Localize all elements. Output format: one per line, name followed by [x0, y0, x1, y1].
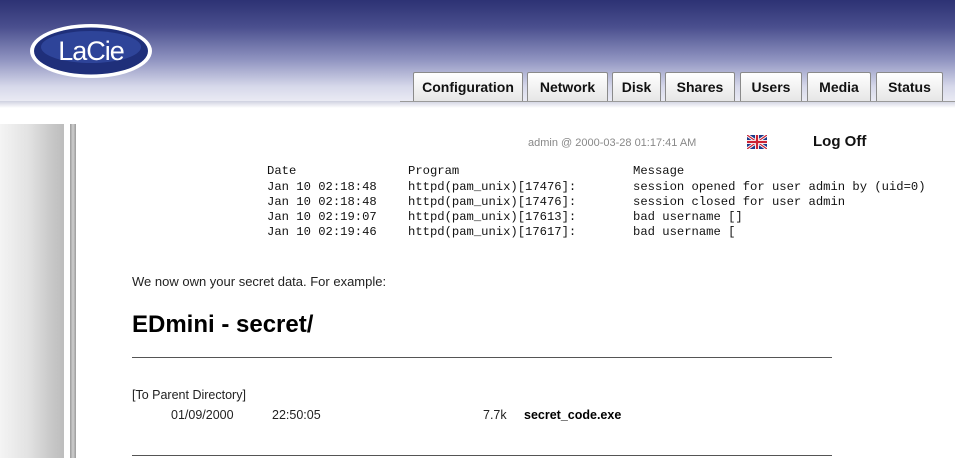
file-link[interactable]: secret_code.exe — [524, 408, 621, 422]
log-date: Jan 10 02:18:48 — [267, 195, 377, 209]
tab-media[interactable]: Media — [807, 72, 871, 101]
log-message: session closed for user admin — [633, 195, 846, 209]
file-date: 01/09/2000 — [171, 408, 234, 422]
left-rail — [0, 124, 64, 458]
log-program: httpd(pam_unix)[17476]: — [408, 180, 577, 194]
lacie-logo[interactable]: LaCie — [28, 22, 154, 80]
log-program: httpd(pam_unix)[17617]: — [408, 225, 577, 239]
log-program: httpd(pam_unix)[17476]: — [408, 195, 577, 209]
log-message: session opened for user admin by (uid=0) — [633, 180, 926, 194]
divider-bottom — [132, 455, 832, 456]
log-header-program: Program — [408, 164, 460, 178]
log-message: bad username [] — [633, 210, 743, 224]
log-header-date: Date — [267, 164, 297, 178]
log-program: httpd(pam_unix)[17613]: — [408, 210, 577, 224]
intro-text: We now own your secret data. For example… — [132, 274, 387, 289]
tabs-baseline — [400, 101, 955, 102]
log-date: Jan 10 02:18:48 — [267, 180, 377, 194]
log-date: Jan 10 02:19:46 — [267, 225, 377, 239]
tab-configuration[interactable]: Configuration — [413, 72, 523, 101]
tab-network[interactable]: Network — [527, 72, 608, 101]
rail-separator — [70, 124, 76, 458]
tab-status[interactable]: Status — [876, 72, 943, 101]
user-time-status: admin @ 2000-03-28 01:17:41 AM — [528, 137, 697, 149]
tab-shares[interactable]: Shares — [665, 72, 735, 101]
file-size: 7.7k — [483, 408, 507, 422]
log-date: Jan 10 02:19:07 — [267, 210, 377, 224]
tab-users[interactable]: Users — [740, 72, 802, 101]
log-header-message: Message — [633, 164, 685, 178]
log-message: bad username [ — [633, 225, 736, 239]
uk-flag-icon[interactable] — [747, 135, 767, 149]
directory-title: EDmini - secret/ — [132, 311, 314, 338]
divider-top — [132, 357, 832, 358]
tab-disk[interactable]: Disk — [612, 72, 661, 101]
file-time: 22:50:05 — [272, 408, 321, 422]
logoff-link[interactable]: Log Off — [813, 133, 866, 150]
header-divider — [0, 101, 955, 108]
parent-directory-link[interactable]: [To Parent Directory] — [132, 388, 246, 402]
logo-text: LaCie — [58, 36, 124, 66]
